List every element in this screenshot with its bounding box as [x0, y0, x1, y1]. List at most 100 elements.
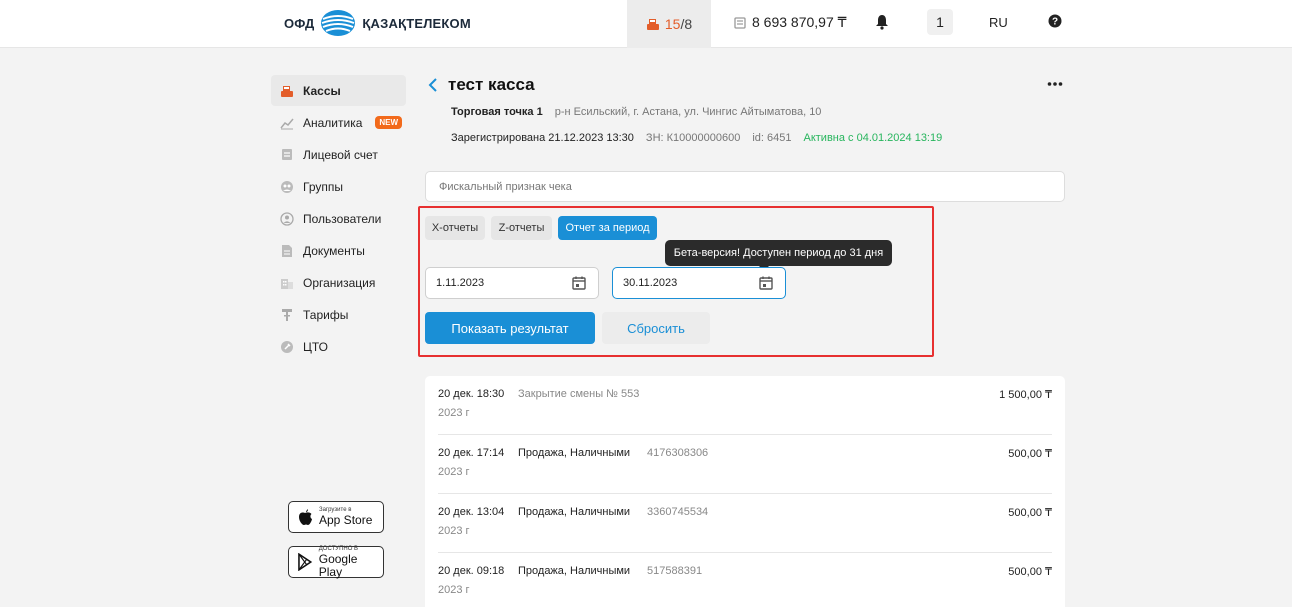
kassy-counter[interactable]: 15/8	[627, 0, 711, 48]
calendar-icon[interactable]	[759, 276, 773, 290]
registered-date: Зарегистрирована 21.12.2023 13:30	[451, 132, 634, 144]
receipt-year: 2023 г	[438, 466, 470, 478]
sidebar-item-documents[interactable]: Документы	[271, 235, 406, 266]
cash-register-icon	[646, 19, 659, 30]
sidebar-item-users[interactable]: Пользователи	[271, 203, 406, 234]
sidebar-item-cto[interactable]: ЦТО	[271, 331, 406, 362]
google-play-icon	[298, 553, 313, 571]
receipt-operation: Закрытие смены № 553	[518, 388, 640, 400]
sidebar-item-kassy[interactable]: Кассы	[271, 75, 406, 106]
kassy-count-total: /8	[680, 16, 693, 32]
app-store-button[interactable]: Загрузите в App Store	[288, 501, 384, 533]
sidebar-item-label: ЦТО	[303, 339, 329, 354]
sidebar-item-label: Группы	[303, 179, 343, 194]
page-title-row: тест касса	[428, 75, 535, 95]
receipt-date: 20 дек. 13:04	[438, 506, 505, 518]
google-play-label: Google Play	[318, 551, 358, 579]
svg-text:?: ?	[1052, 17, 1058, 28]
active-status: Активна с 04.01.2024 13:19	[803, 132, 943, 144]
sidebar: Кассы Аналитика NEW Лицевой счет Группы …	[271, 75, 406, 363]
app-store-label: App Store	[319, 513, 373, 527]
tab-x-reports[interactable]: Х-отчеты	[425, 216, 485, 240]
chart-icon	[280, 116, 294, 130]
date-from-value: 1.11.2023	[436, 277, 485, 289]
receipt-date: 20 дек. 17:14	[438, 447, 505, 459]
date-to-value: 30.11.2023	[623, 277, 678, 289]
receipt-date: 20 дек. 18:30	[438, 388, 505, 400]
calendar-icon[interactable]	[572, 276, 586, 290]
apple-icon	[299, 509, 312, 525]
kassy-count-active: 15	[664, 16, 681, 32]
document-icon	[280, 244, 294, 258]
date-to-input[interactable]: 30.11.2023	[612, 267, 786, 299]
notification-count[interactable]: 1	[927, 9, 953, 35]
balance-value: 8 693 870,97 ₸	[752, 14, 847, 30]
user-icon	[280, 211, 294, 226]
wallet-icon	[734, 17, 746, 29]
receipt-date: 20 дек. 09:18	[438, 565, 505, 577]
sidebar-item-groups[interactable]: Группы	[271, 171, 406, 202]
sidebar-item-label: Кассы	[303, 83, 341, 98]
receipt-sum: 500,00 ₸	[1008, 507, 1052, 519]
registration-info: Зарегистрирована 21.12.2023 13:30 ЗН: К1…	[451, 132, 942, 144]
list-item[interactable]: 20 дек. 18:30 2023 г Закрытие смены № 55…	[438, 376, 1052, 435]
receipt-sum: 1 500,00 ₸	[999, 389, 1052, 401]
sidebar-item-analytics[interactable]: Аналитика NEW	[271, 107, 406, 138]
kazakhtelecom-logo-icon	[321, 10, 356, 36]
beta-tooltip: Бета-версия! Доступен период до 31 дня	[665, 240, 892, 271]
sidebar-item-label: Лицевой счет	[303, 147, 378, 162]
sidebar-item-label: Тарифы	[303, 307, 349, 322]
receipt-sum: 500,00 ₸	[1008, 448, 1052, 460]
receipt-operation: Продажа, Наличными	[518, 447, 631, 459]
reset-button[interactable]: Сбросить	[602, 312, 710, 344]
new-badge: NEW	[375, 116, 403, 129]
bell-icon[interactable]	[875, 14, 889, 30]
groups-icon	[280, 180, 294, 194]
sidebar-item-tariffs[interactable]: Тарифы	[271, 299, 406, 330]
balance[interactable]: 8 693 870,97 ₸	[734, 14, 847, 31]
logo-text-kazakhtelecom: ҚАЗАҚТЕЛЕКОМ	[362, 15, 471, 31]
sidebar-item-label: Организация	[303, 275, 376, 290]
tab-z-reports[interactable]: Z-отчеты	[491, 216, 552, 240]
help-icon[interactable]: ?	[1048, 14, 1062, 28]
tab-period-report[interactable]: Отчет за период	[558, 216, 657, 240]
more-options-icon[interactable]	[1047, 76, 1063, 92]
receipt-year: 2023 г	[438, 525, 470, 537]
language-switcher[interactable]: RU	[989, 15, 1008, 30]
top-header: ОФД ҚАЗАҚТЕЛЕКОМ 15/8 8 693 870,97 ₸ 1 R…	[0, 0, 1292, 48]
receipt-year: 2023 г	[438, 407, 470, 419]
sidebar-item-organization[interactable]: Организация	[271, 267, 406, 298]
receipt-sum: 500,00 ₸	[1008, 566, 1052, 578]
show-result-button[interactable]: Показать результат	[425, 312, 595, 344]
point-address: р-н Есильский, г. Астана, ул. Чингис Айт…	[554, 106, 822, 118]
list-item[interactable]: 20 дек. 09:18 2023 г Продажа, Наличными …	[438, 553, 1052, 607]
kassa-id: id: 6451	[752, 132, 792, 144]
receipts-list: 20 дек. 18:30 2023 г Закрытие смены № 55…	[425, 376, 1065, 607]
google-play-button[interactable]: ДОСТУПНО В Google Play	[288, 546, 384, 578]
back-arrow-icon[interactable]	[428, 78, 438, 92]
logo-text-ofd: ОФД	[284, 15, 315, 31]
list-item[interactable]: 20 дек. 13:04 2023 г Продажа, Наличными …	[438, 494, 1052, 553]
cash-register-icon	[280, 84, 294, 98]
receipt-year: 2023 г	[438, 584, 470, 596]
receipt-number: 517588391	[647, 565, 703, 577]
cto-icon	[280, 340, 294, 354]
receipt-number: 3360745534	[647, 506, 709, 518]
point-name: Торговая точка 1	[451, 106, 543, 118]
serial-number: ЗН: К10000000600	[645, 132, 741, 144]
receipt-operation: Продажа, Наличными	[518, 565, 631, 577]
receipt-operation: Продажа, Наличными	[518, 506, 631, 518]
sidebar-item-account[interactable]: Лицевой счет	[271, 139, 406, 170]
receipt-number: 4176308306	[647, 447, 709, 459]
sidebar-item-label: Аналитика	[303, 115, 363, 130]
fiscal-sign-search-input[interactable]: Фискальный признак чека	[425, 171, 1065, 202]
date-from-input[interactable]: 1.11.2023	[425, 267, 599, 299]
logo[interactable]: ОФД ҚАЗАҚТЕЛЕКОМ	[284, 9, 471, 37]
page-title: тест касса	[448, 75, 535, 94]
tariff-icon	[280, 308, 294, 322]
list-item[interactable]: 20 дек. 17:14 2023 г Продажа, Наличными …	[438, 435, 1052, 494]
wallet-icon	[280, 148, 294, 162]
building-icon	[280, 276, 294, 290]
point-info: Торговая точка 1 р-н Есильский, г. Астан…	[451, 106, 821, 118]
sidebar-item-label: Документы	[303, 243, 365, 258]
